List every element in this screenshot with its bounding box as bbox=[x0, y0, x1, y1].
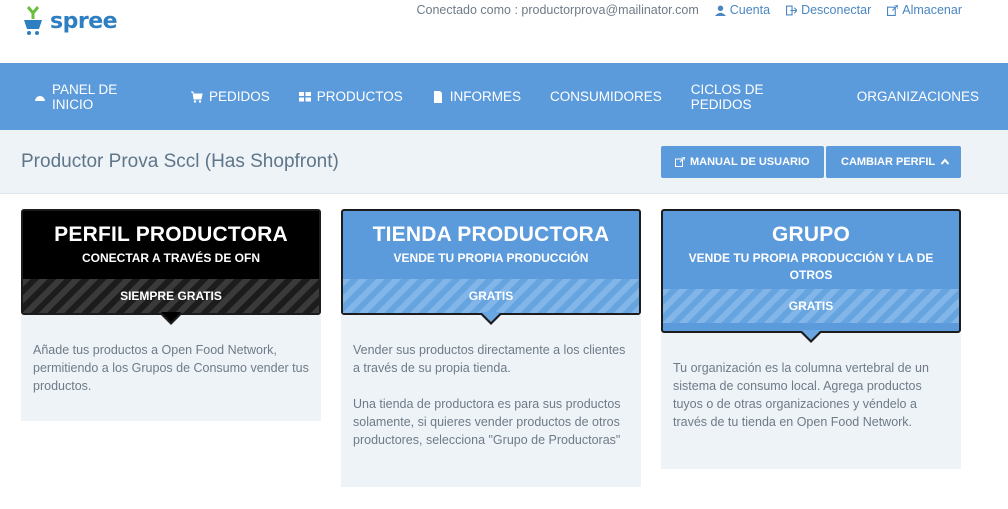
card-description-text: Una tienda de productora es para sus pro… bbox=[353, 397, 621, 447]
nav-reports-label: INFORMES bbox=[449, 89, 522, 104]
user-manual-button[interactable]: MANUAL DE USUARIO bbox=[661, 146, 824, 178]
page-header: Productor Prova Sccl (Has Shopfront) MAN… bbox=[0, 130, 1008, 194]
page-title: Productor Prova Sccl (Has Shopfront) bbox=[21, 151, 339, 172]
card-description: Tu organización es la columna vertebral … bbox=[661, 333, 961, 469]
main-nav: PANEL DE INICIO PEDIDOS PRODUCTOS INFORM… bbox=[0, 63, 1008, 130]
card-price: GRATIS bbox=[343, 279, 639, 313]
nav-customers[interactable]: CONSUMIDORES bbox=[550, 89, 662, 104]
nav-order-cycles-label: CICLOS DE PEDIDOS bbox=[690, 81, 764, 112]
nav-enterprises[interactable]: ORGANIZACIONES bbox=[857, 89, 979, 104]
user-links: Conectado como : productorprova@mailinat… bbox=[416, 3, 962, 17]
card-title: TIENDA PRODUCTORA bbox=[372, 223, 610, 246]
logout-link-label: Desconectar bbox=[801, 3, 872, 17]
nav-dashboard[interactable]: PANEL DE INICIO bbox=[34, 82, 162, 112]
card-header: TIENDA PRODUCTORA VENDE TU PROPIA PRODUC… bbox=[341, 209, 641, 325]
nav-orders-label: PEDIDOS bbox=[208, 89, 270, 104]
card-pointer-fill bbox=[481, 312, 501, 322]
store-link-label: Almacenar bbox=[902, 3, 962, 17]
external-link-icon bbox=[675, 157, 685, 167]
store-link[interactable]: Almacenar bbox=[887, 3, 962, 17]
card-price: GRATIS bbox=[663, 289, 959, 323]
nav-reports[interactable]: INFORMES bbox=[432, 89, 521, 104]
card-description-text: Tu organización es la columna vertebral … bbox=[673, 361, 929, 429]
card-subtitle: CONECTAR A TRAVÉS DE OFN bbox=[81, 251, 260, 265]
card-pointer-fill bbox=[801, 330, 821, 340]
cart-icon bbox=[190, 91, 203, 103]
card-price: SIEMPRE GRATIS bbox=[23, 279, 319, 313]
card-title: PERFIL PRODUCTORA bbox=[54, 223, 288, 246]
card-header: PERFIL PRODUCTORA CONECTAR A TRAVÉS DE O… bbox=[21, 209, 321, 325]
change-profile-button[interactable]: CAMBIAR PERFIL bbox=[826, 146, 961, 178]
card-description: Añade tus productos a Open Food Network,… bbox=[21, 315, 321, 421]
logo-text: spree bbox=[50, 8, 118, 34]
spree-logo[interactable]: spree bbox=[22, 5, 118, 37]
card-description-text: Vender sus productos directamente a los … bbox=[353, 343, 626, 375]
dashboard-icon bbox=[34, 95, 45, 101]
card-header: GRUPO VENDE TU PROPIA PRODUCCIÓN Y LA DE… bbox=[661, 209, 961, 343]
producer-shop-card[interactable]: TIENDA PRODUCTORA VENDE TU PROPIA PRODUC… bbox=[341, 209, 641, 487]
producer-hub-card[interactable]: GRUPO VENDE TU PROPIA PRODUCCIÓN Y LA DE… bbox=[661, 209, 961, 469]
nav-orders[interactable]: PEDIDOS bbox=[190, 89, 270, 104]
account-link-label: Cuenta bbox=[729, 3, 771, 17]
file-icon bbox=[433, 90, 442, 103]
nav-enterprises-label: ORGANIZACIONES bbox=[856, 89, 979, 104]
logout-link[interactable]: Desconectar bbox=[786, 3, 871, 17]
nav-dashboard-label: PANEL DE INICIO bbox=[51, 81, 118, 112]
grid-icon bbox=[298, 91, 311, 101]
account-link[interactable]: Cuenta bbox=[714, 3, 771, 17]
card-pointer-fill bbox=[161, 312, 181, 322]
top-bar: spree Conectado como : productorprova@ma… bbox=[0, 0, 1008, 63]
chevron-up-icon bbox=[940, 158, 950, 165]
nav-order-cycles[interactable]: CICLOS DE PEDIDOS bbox=[691, 82, 828, 112]
nav-customers-label: CONSUMIDORES bbox=[550, 89, 662, 104]
card-title: GRUPO bbox=[771, 223, 850, 246]
nav-products[interactable]: PRODUCTOS bbox=[298, 89, 403, 104]
connected-as-label: Conectado como : productorprova@mailinat… bbox=[416, 3, 699, 17]
user-manual-label: MANUAL DE USUARIO bbox=[690, 156, 810, 168]
sign-out-icon bbox=[786, 5, 798, 15]
cart-logo-icon bbox=[24, 6, 42, 35]
card-subtitle: VENDE TU PROPIA PRODUCCIÓN Y LA DE OTROS bbox=[688, 251, 934, 282]
user-icon bbox=[714, 5, 726, 16]
card-subtitle: VENDE TU PROPIA PRODUCCIÓN bbox=[393, 251, 589, 265]
change-profile-label: CAMBIAR PERFIL bbox=[841, 156, 936, 168]
producer-profile-card[interactable]: PERFIL PRODUCTORA CONECTAR A TRAVÉS DE O… bbox=[21, 209, 321, 421]
nav-products-label: PRODUCTOS bbox=[316, 89, 403, 104]
external-link-icon bbox=[887, 4, 899, 16]
card-description: Vender sus productos directamente a los … bbox=[341, 315, 641, 487]
card-description-text: Añade tus productos a Open Food Network,… bbox=[33, 343, 309, 393]
